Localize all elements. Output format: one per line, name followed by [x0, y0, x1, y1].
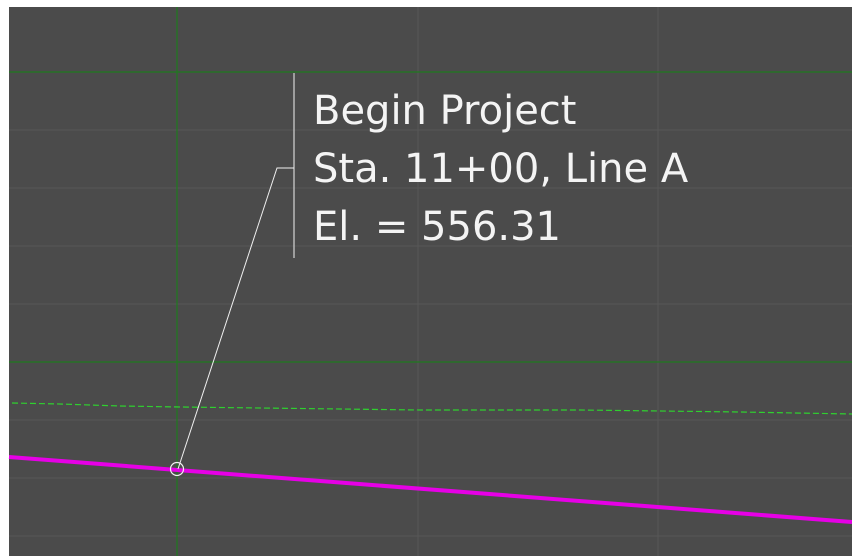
existing-ground-line[interactable]	[11, 402, 852, 415]
annotation-station: Sta. 11+00, Line A	[313, 146, 689, 192]
profile-grade-line[interactable]	[8, 455, 852, 524]
station-annotation[interactable]: Begin Project Sta. 11+00, Line A El. = 5…	[313, 82, 688, 256]
annotation-leader-line[interactable]	[177, 167, 294, 470]
cad-canvas-frame: Begin Project Sta. 11+00, Line A El. = 5…	[0, 0, 852, 556]
annotation-title: Begin Project	[313, 88, 577, 134]
annotation-elevation: El. = 556.31	[313, 204, 562, 250]
